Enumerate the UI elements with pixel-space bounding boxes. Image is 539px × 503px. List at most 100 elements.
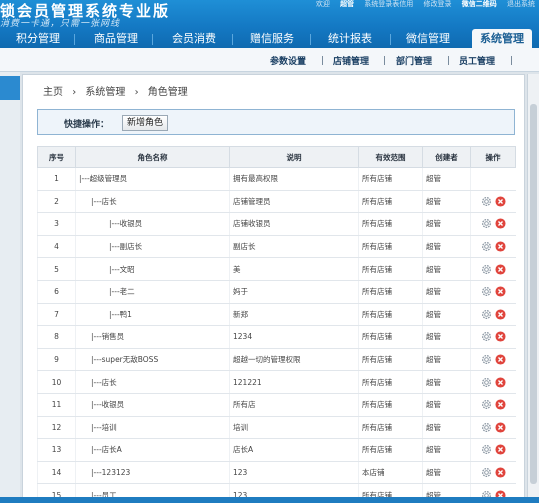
gear-icon[interactable] bbox=[481, 331, 492, 342]
role-creator: 超管 bbox=[422, 280, 471, 304]
logout-link[interactable]: 退出系统 bbox=[507, 0, 535, 8]
subnav-stores[interactable]: 店铺管理 bbox=[333, 54, 369, 67]
change-login-link[interactable]: 修改登录 bbox=[424, 0, 452, 8]
role-name: |---销售员 bbox=[75, 325, 230, 349]
row-number: 9 bbox=[37, 348, 76, 372]
table-row: 5 |---文昭美所有店铺 超管 bbox=[37, 257, 516, 281]
role-creator: 超管 bbox=[422, 348, 471, 372]
current-user-link[interactable]: 超管 bbox=[340, 0, 354, 8]
gear-icon[interactable] bbox=[481, 241, 492, 252]
nav-sms[interactable]: 赠信服务 bbox=[242, 30, 302, 48]
role-creator: 超管 bbox=[422, 438, 471, 462]
nav-wechat[interactable]: 微信管理 bbox=[398, 30, 458, 48]
role-description: 123 bbox=[229, 461, 359, 485]
table-row: 9 |---super无敌BOSS 超越一切的管理权限 所有店铺 超管 bbox=[37, 348, 516, 372]
nav-consume[interactable]: 会员消费 bbox=[164, 30, 224, 48]
gear-icon[interactable] bbox=[481, 286, 492, 297]
gear-icon[interactable] bbox=[481, 309, 492, 320]
gear-icon[interactable] bbox=[481, 399, 492, 410]
breadcrumb-system[interactable]: 系统管理 bbox=[85, 87, 125, 98]
gear-icon[interactable] bbox=[481, 422, 492, 433]
role-description: 所有店 bbox=[229, 393, 359, 417]
table-row: 11 |---收银员 所有店 所有店铺 超管 bbox=[37, 393, 516, 417]
role-scope: 所有店铺 bbox=[358, 257, 423, 281]
left-sidebar bbox=[0, 72, 20, 503]
role-name: |---培训 bbox=[75, 416, 230, 440]
role-creator: 超管 bbox=[422, 393, 471, 417]
nav-divider bbox=[74, 34, 75, 45]
nav-reports[interactable]: 统计报表 bbox=[320, 30, 380, 48]
role-scope: 所有店铺 bbox=[358, 235, 423, 259]
gear-icon[interactable] bbox=[481, 196, 492, 207]
row-number: 14 bbox=[37, 461, 76, 485]
bottom-bar bbox=[0, 497, 539, 503]
role-creator: 超管 bbox=[422, 416, 471, 440]
gear-icon[interactable] bbox=[481, 444, 492, 455]
row-number: 13 bbox=[37, 438, 76, 462]
delete-icon[interactable] bbox=[495, 331, 506, 342]
role-creator: 超管 bbox=[422, 257, 471, 281]
app-slogan: 消费一卡通，只需一张网线 bbox=[0, 19, 121, 29]
row-actions bbox=[470, 348, 516, 372]
row-number: 12 bbox=[37, 416, 76, 440]
delete-icon[interactable] bbox=[495, 399, 506, 410]
nav-goods[interactable]: 商品管理 bbox=[86, 30, 146, 48]
scrollbar-thumb[interactable] bbox=[530, 104, 537, 484]
subnav-staff[interactable]: 员工管理 bbox=[459, 54, 495, 67]
table-row: 3 |---收银员 店铺收银员 所有店铺 超管 bbox=[37, 212, 516, 236]
row-number: 4 bbox=[37, 235, 76, 259]
subnav-departments[interactable]: 部门管理 bbox=[396, 54, 432, 67]
role-name: |---副店长 bbox=[75, 235, 230, 259]
role-scope: 所有店铺 bbox=[358, 303, 423, 327]
gear-icon[interactable] bbox=[481, 467, 492, 478]
role-scope: 所有店铺 bbox=[358, 438, 423, 462]
subnav-divider bbox=[448, 56, 449, 65]
row-number: 2 bbox=[37, 190, 76, 214]
delete-icon[interactable] bbox=[495, 241, 506, 252]
role-name: |---鸭1 bbox=[75, 303, 230, 327]
nav-system[interactable]: 系统管理 bbox=[472, 29, 532, 48]
delete-icon[interactable] bbox=[495, 377, 506, 388]
role-description: 店铺收银员 bbox=[229, 212, 359, 236]
row-actions bbox=[470, 190, 516, 214]
delete-icon[interactable] bbox=[495, 467, 506, 478]
gear-icon[interactable] bbox=[481, 354, 492, 365]
subnav-divider bbox=[322, 56, 323, 65]
role-description: 店长A bbox=[229, 438, 359, 462]
nav-points[interactable]: 积分管理 bbox=[8, 30, 68, 48]
breadcrumb-home[interactable]: 主页 bbox=[43, 87, 63, 98]
breadcrumb-current: 角色管理 bbox=[147, 87, 188, 98]
role-name: |---123123 bbox=[75, 461, 230, 485]
delete-icon[interactable] bbox=[495, 218, 506, 230]
table-row: 10 |---店长 121221 所有店铺 超管 bbox=[37, 370, 516, 394]
add-role-button[interactable]: 新增角色 bbox=[122, 115, 169, 131]
nav-divider bbox=[152, 34, 153, 45]
vertical-scrollbar[interactable] bbox=[527, 74, 539, 503]
welcome-text: 欢迎 bbox=[315, 0, 330, 8]
row-actions bbox=[470, 280, 516, 304]
delete-icon[interactable] bbox=[495, 309, 506, 320]
role-description: 店铺管理员 bbox=[229, 190, 359, 214]
wechat-qrcode-link[interactable]: 微信二维码 bbox=[462, 0, 497, 8]
row-actions bbox=[470, 235, 516, 259]
login-info-link[interactable]: 系统登录表信用 bbox=[364, 0, 413, 8]
delete-icon[interactable] bbox=[495, 444, 506, 455]
gear-icon[interactable] bbox=[481, 264, 492, 275]
delete-icon[interactable] bbox=[495, 264, 506, 275]
row-actions bbox=[470, 370, 516, 394]
row-actions bbox=[470, 257, 516, 281]
role-name: |---收银员 bbox=[75, 212, 230, 236]
gear-icon[interactable] bbox=[481, 377, 492, 388]
delete-icon[interactable] bbox=[495, 196, 506, 207]
subnav-params[interactable]: 参数设置 bbox=[270, 54, 306, 67]
role-name: |---店长 bbox=[75, 370, 230, 394]
row-number: 6 bbox=[37, 280, 76, 304]
sidebar-toggle[interactable] bbox=[0, 76, 20, 100]
table-row: 4 |---副店长 副店长 所有店铺 超管 bbox=[37, 235, 516, 259]
role-scope: 所有店铺 bbox=[358, 348, 423, 372]
role-name: |---店长A bbox=[75, 438, 230, 462]
delete-icon[interactable] bbox=[495, 354, 506, 365]
delete-icon[interactable] bbox=[495, 422, 506, 433]
gear-icon[interactable] bbox=[481, 218, 492, 229]
delete-icon[interactable] bbox=[495, 286, 506, 297]
